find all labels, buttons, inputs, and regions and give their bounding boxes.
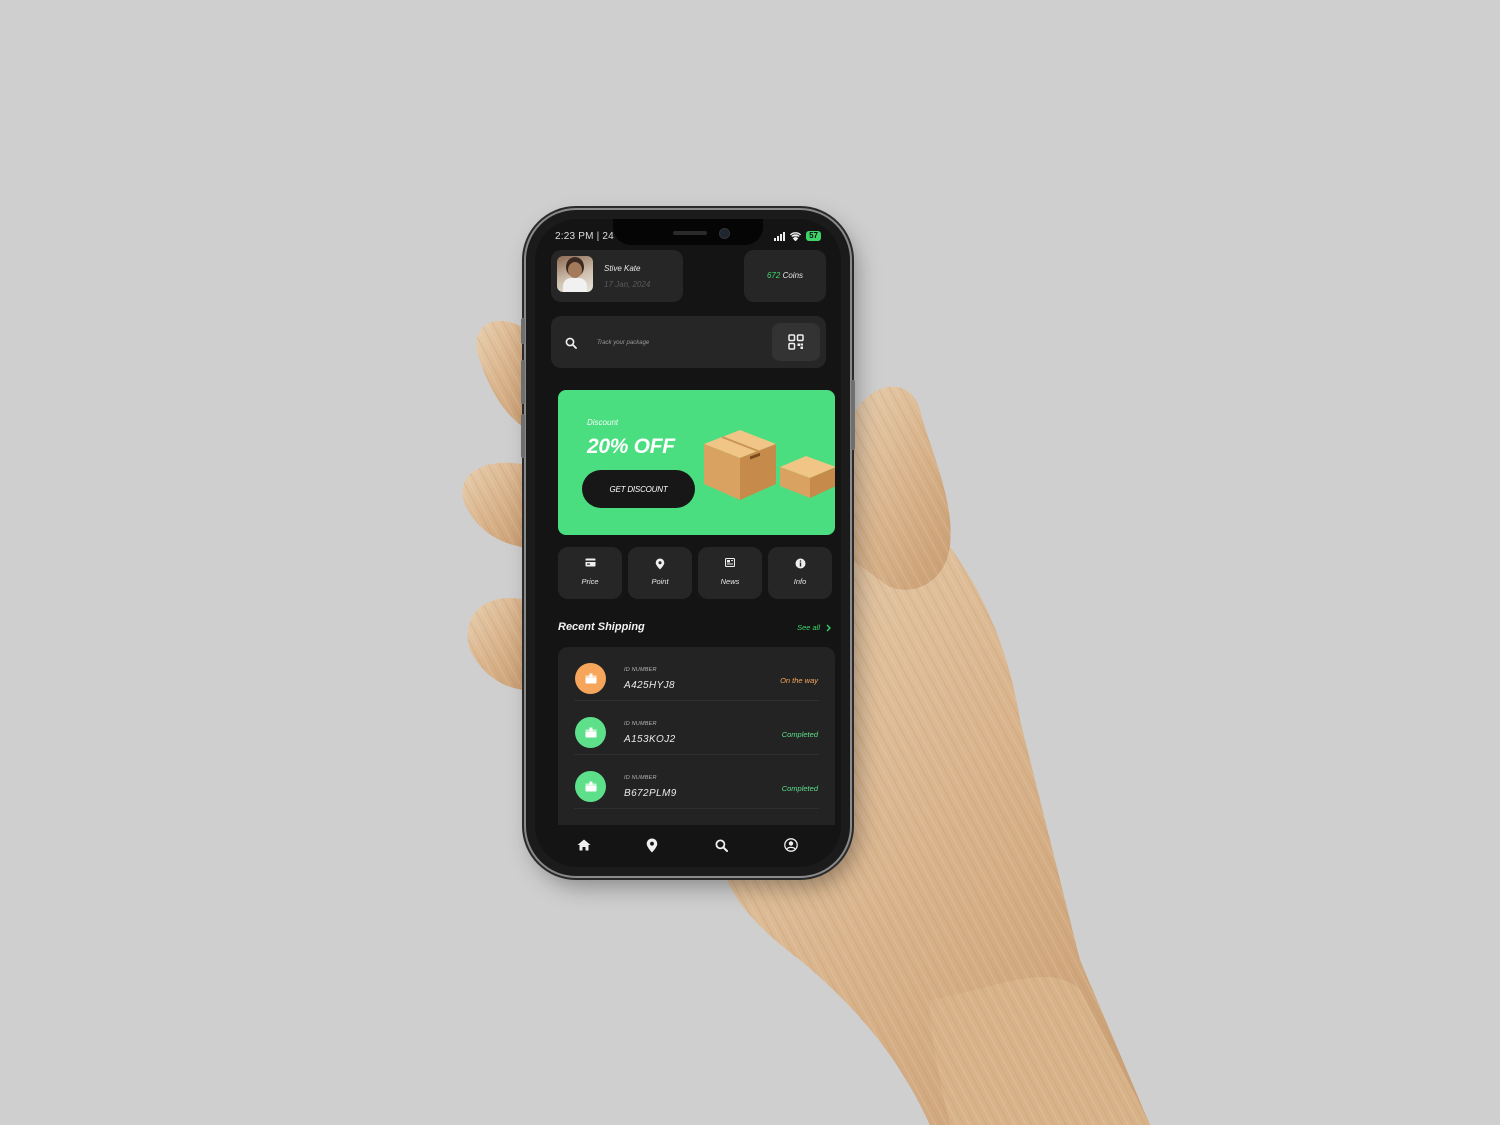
status-time: 2:23 PM | 24 [555,231,614,242]
notch [613,219,763,245]
package-icon [575,771,606,802]
signal-icon [774,231,786,241]
info-icon [768,558,832,569]
shipping-list: ID NUMBER A425HYJ8 On the way ID NUMBER … [558,647,835,847]
speaker [673,231,707,235]
coins-amount: 672 [766,271,781,280]
shipping-status: On the way [780,676,818,685]
quick-action-news[interactable]: News [698,547,762,599]
coins-balance: 672 Coins [744,271,826,280]
tracking-id: A153KOJ2 [624,734,676,745]
phone-mockup: 2:23 PM | 24 57 Stive Kate 17 Jan, 2024 … [521,210,855,876]
price-icon [558,558,622,567]
quick-action-label: Info [793,577,807,586]
recent-shipping-title: Recent Shipping [558,621,645,633]
tracking-id: B672PLM9 [624,788,677,799]
quick-action-label: Point [651,577,669,586]
volume-down-button [521,414,525,458]
mute-switch [521,318,525,344]
chevron-right-icon [826,624,831,631]
qr-scan-button[interactable] [772,323,820,361]
coins-card[interactable]: 672 Coins [744,250,826,302]
quick-action-info[interactable]: Info [768,547,832,599]
bottom-tab-bar [535,825,841,867]
search-bar[interactable]: Track your package [551,316,826,368]
user-name: Stive Kate [604,264,641,273]
profile-card[interactable]: Stive Kate 17 Jan, 2024 [551,250,683,302]
volume-up-button [521,360,525,404]
banner-label: Discount [587,418,619,427]
quick-action-label: News [720,577,740,586]
app-screen: 2:23 PM | 24 57 Stive Kate 17 Jan, 2024 … [535,219,841,867]
power-button [851,380,855,450]
package-boxes-illustration [704,430,835,500]
coins-label: Coins [782,271,804,280]
search-icon [715,839,728,852]
id-label: ID NUMBER [624,775,657,781]
wifi-icon [790,231,802,241]
avatar[interactable] [557,256,593,292]
search-icon [565,336,577,354]
location-pin-icon [628,558,692,570]
battery-indicator: 57 [806,231,821,241]
front-camera [719,228,730,239]
home-icon [577,839,591,851]
shipping-row[interactable]: ID NUMBER A425HYJ8 On the way [558,647,835,701]
id-label: ID NUMBER [624,667,657,673]
shipping-row[interactable]: ID NUMBER B672PLM9 Completed [558,755,835,809]
qr-code-icon [788,334,804,350]
shipping-status: Completed [781,730,818,739]
package-icon [575,663,606,694]
tab-search[interactable] [711,835,731,855]
shipping-status: Completed [781,784,818,793]
tab-location[interactable] [642,835,662,855]
profile-icon [784,838,798,852]
tracking-id: A425HYJ8 [624,680,676,691]
status-icons: 57 [774,231,821,241]
quick-action-point[interactable]: Point [628,547,692,599]
news-icon [698,558,762,567]
tab-home[interactable] [574,835,594,855]
package-icon [575,717,606,748]
see-all-link[interactable]: See all [797,623,831,632]
quick-action-label: Price [581,577,599,586]
banner-headline: 20% OFF [587,435,675,458]
id-label: ID NUMBER [624,721,657,727]
tab-profile[interactable] [781,835,801,855]
quick-action-price[interactable]: Price [558,547,622,599]
discount-banner[interactable]: Discount 20% OFF GET DISCOUNT [558,390,835,535]
see-all-label: See all [797,623,820,632]
user-date: 17 Jan, 2024 [604,280,651,289]
location-pin-icon [646,838,658,852]
shipping-row[interactable]: ID NUMBER A153KOJ2 Completed [558,701,835,755]
search-input[interactable]: Track your package [597,340,649,346]
get-discount-button[interactable]: GET DISCOUNT [582,470,695,508]
